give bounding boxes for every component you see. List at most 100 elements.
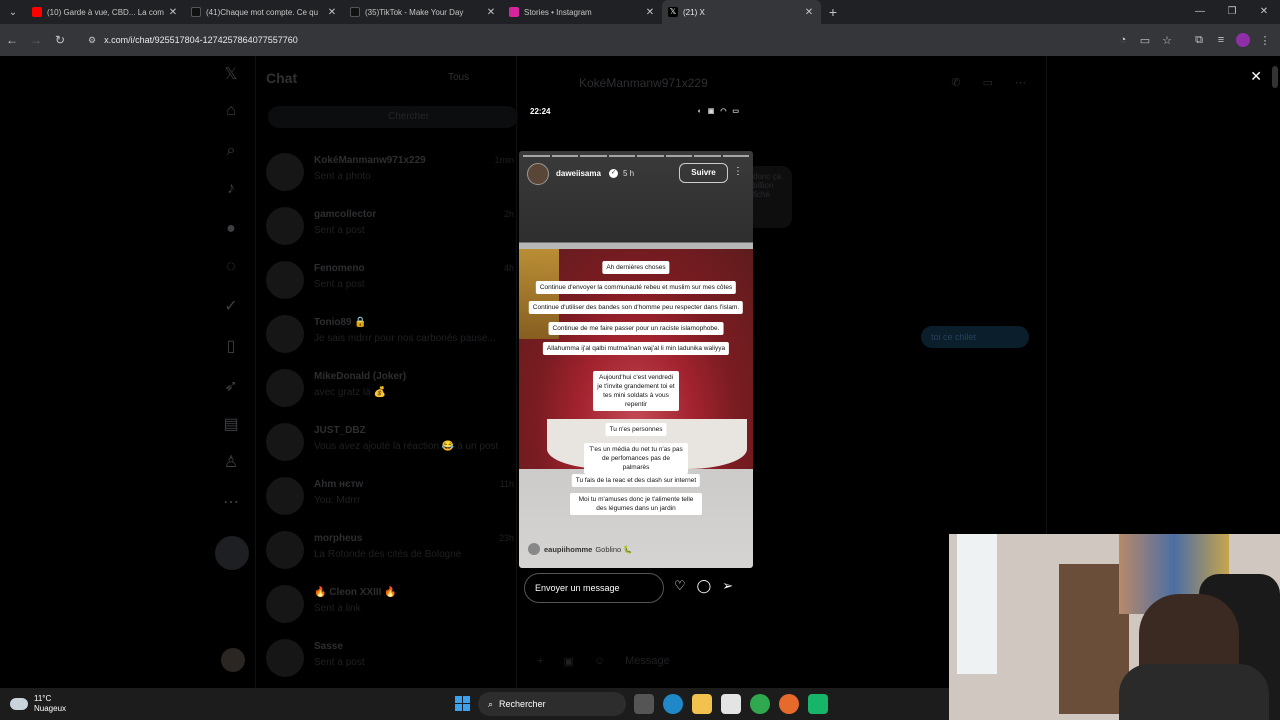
minimize-icon[interactable]: — <box>1184 0 1216 24</box>
windows-start-icon[interactable] <box>455 696 471 712</box>
close-tab-icon[interactable]: ✕ <box>803 7 815 18</box>
weather-widget[interactable]: 11°C Nuageux <box>10 694 66 714</box>
window-image <box>957 534 997 674</box>
image-icon[interactable]: ▣ <box>563 655 573 668</box>
close-icon[interactable]: ✕ <box>1250 68 1262 85</box>
conversation-time: 23h <box>498 533 514 543</box>
tab-search-chevron-icon[interactable]: ⌄ <box>0 0 26 24</box>
music-avatar <box>528 543 540 555</box>
conversation-item[interactable]: Tonio89 🔒 Je sais mdrrr pour nos carbonés… <box>256 308 518 362</box>
url-field[interactable]: ⚙ x.com/i/chat/925517804-127425786407755… <box>80 28 1090 52</box>
conversation-preview: Sent a post <box>314 279 365 290</box>
close-tab-icon[interactable]: ✕ <box>167 7 179 18</box>
follow-button[interactable]: Suivre <box>679 163 728 183</box>
add-icon[interactable]: + <box>537 655 543 667</box>
chat-search-input[interactable]: Chercher <box>268 106 518 128</box>
story-frame[interactable]: daweiisama ✓ 5 h Suivre ⋮ Ah dernières c… <box>519 151 753 568</box>
notifications-bell-icon[interactable]: ♪ <box>219 180 243 204</box>
tab-title: (41)Chaque mot compte. Ce qu <box>206 7 319 17</box>
close-window-icon[interactable]: ✕ <box>1248 0 1280 24</box>
conversation-item[interactable]: Sasse Sent a post <box>256 632 518 686</box>
file-explorer-icon[interactable] <box>692 694 712 714</box>
reload-icon[interactable]: ↻ <box>48 33 72 47</box>
send-icon[interactable]: ➢ <box>722 578 733 594</box>
browser-tab-tiktok-2[interactable]: (35)TikTok - Make Your Day ✕ <box>344 0 503 24</box>
conversation-item[interactable]: Fenomeno Sent a post 4h <box>256 254 518 308</box>
story-username[interactable]: daweiisama <box>556 169 601 178</box>
more-icon[interactable]: ⋯ <box>219 492 243 516</box>
account-avatar[interactable] <box>221 648 245 672</box>
conversation-item[interactable]: gamcollector Sent a post 2h <box>256 200 518 254</box>
story-caption: T'es un média du net tu n'as pas de perf… <box>584 443 688 474</box>
story-music-attribution[interactable]: eaupiihomme Goblino 🐛 <box>528 543 633 555</box>
video-icon[interactable]: ▭ <box>983 76 993 89</box>
chrome-icon[interactable] <box>750 694 770 714</box>
site-info-icon[interactable]: ⚙ <box>88 35 96 46</box>
story-caption: Continue d'utiliser des bandes son d'hom… <box>528 301 744 314</box>
edge-icon[interactable] <box>663 694 683 714</box>
task-view-icon[interactable] <box>634 694 654 714</box>
conversation-item[interactable]: 🔥 Cleon XXIII 🔥 Sent a link <box>256 578 518 632</box>
browser-tab-instagram[interactable]: Stories • Instagram ✕ <box>503 0 662 24</box>
x-sidebar-nav: 𝕏 ⌂ ⌕ ♪ ● ◌ ✓ ▯ ➶ ▤ ♙ ⋯ <box>215 56 255 688</box>
premium-icon[interactable]: ✓ <box>219 296 243 320</box>
story-reply-input[interactable]: Envoyer un message <box>524 573 664 603</box>
phone-icon[interactable]: ✆ <box>951 76 960 89</box>
x-logo-icon[interactable]: 𝕏 <box>219 64 243 88</box>
profile-avatar[interactable] <box>1236 33 1250 47</box>
comment-icon[interactable]: ◯ <box>697 578 712 594</box>
close-tab-icon[interactable]: ✕ <box>326 7 338 18</box>
tab-title: (35)TikTok - Make Your Day <box>365 7 464 17</box>
conversation-name: Ahm нєтw <box>314 479 364 490</box>
bookmarks-icon[interactable]: ▯ <box>219 336 243 360</box>
messages-icon[interactable]: ● <box>219 220 243 244</box>
app-icon[interactable] <box>808 694 828 714</box>
firefox-icon[interactable] <box>779 694 799 714</box>
shirt-image <box>1119 664 1269 720</box>
forward-arrow-icon[interactable]: → <box>24 33 48 47</box>
explore-search-icon[interactable]: ⌕ <box>219 142 243 166</box>
conversation-item[interactable]: morpheus La Rotonde des cités de Bologne 2… <box>256 524 518 578</box>
conversation-preview: Sent a post <box>314 657 365 668</box>
home-icon[interactable]: ⌂ <box>219 102 243 126</box>
conversation-item[interactable]: KokéManmanw971x229 Sent a photo 1min <box>256 146 518 200</box>
conversation-item[interactable]: JUST_DBZ Vous avez ajouté la réaction 😂 à… <box>256 416 518 470</box>
toolbar-icons: ◔ ▭ ☆ ⧉ ≡ ⋮ <box>1112 24 1276 56</box>
conversation-item[interactable]: MikeDonald (Joker) avec gratz là 💰 <box>256 362 518 416</box>
cast-icon[interactable]: ▭ <box>1134 34 1156 47</box>
conversation-name: Fenomeno <box>314 263 365 274</box>
more-icon[interactable]: ⋯ <box>1015 76 1026 89</box>
close-tab-icon[interactable]: ✕ <box>485 7 497 18</box>
back-arrow-icon[interactable]: ← <box>0 33 24 47</box>
close-tab-icon[interactable]: ✕ <box>644 7 656 18</box>
composer-input[interactable]: Message <box>625 655 670 667</box>
lists-icon[interactable]: ▤ <box>219 414 243 438</box>
page-scrollbar[interactable] <box>1272 66 1278 88</box>
menu-kebab-icon[interactable]: ⋮ <box>1254 34 1276 47</box>
taskbar-search[interactable]: ⌕ Rechercher <box>478 692 626 716</box>
more-options-icon[interactable]: ⋮ <box>733 166 743 177</box>
conversation-item[interactable]: Ahm нєтw You: Mdrrr 11h <box>256 470 518 524</box>
browser-tab-youtube[interactable]: (10) Garde à vue, CBD... La com ✕ <box>26 0 185 24</box>
grok-icon[interactable]: ◌ <box>219 258 243 282</box>
conversation-name: Tonio89 🔒 <box>314 317 367 328</box>
avatar[interactable] <box>527 163 549 185</box>
extensions-icon[interactable]: ⧉ <box>1188 34 1210 47</box>
compose-post-button[interactable] <box>215 536 249 570</box>
rocket-icon[interactable]: ➶ <box>219 376 243 400</box>
emoji-icon[interactable]: ☺ <box>594 655 605 667</box>
heart-icon[interactable]: ♡ <box>674 578 686 594</box>
browser-tab-x[interactable]: 𝕏 (21) X ✕ <box>662 0 821 24</box>
profile-icon[interactable]: ♙ <box>219 452 243 476</box>
tab-groups-icon[interactable]: ≡ <box>1210 34 1232 46</box>
conversation-preview: Sent a link <box>314 603 361 614</box>
filter-dropdown[interactable]: Tous <box>448 72 469 83</box>
bookmark-star-icon[interactable]: ☆ <box>1156 34 1178 47</box>
store-icon[interactable] <box>721 694 741 714</box>
incognito-icon[interactable]: ◔ <box>1112 34 1134 46</box>
maximize-icon[interactable]: ❐ <box>1216 0 1248 24</box>
avatar <box>266 369 304 407</box>
browser-tab-tiktok-1[interactable]: (41)Chaque mot compte. Ce qu ✕ <box>185 0 344 24</box>
story-progress-bar <box>523 155 749 157</box>
new-tab-icon[interactable]: + <box>821 4 845 20</box>
